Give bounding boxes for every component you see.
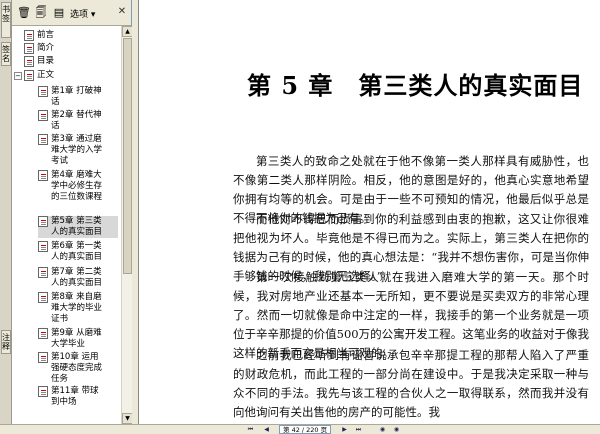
bookmark-label: 第3章 通过磨难大学的入学考试 xyxy=(51,134,103,166)
bookmark-page-icon xyxy=(38,292,48,303)
bookmark-label: 第4章 磨难大学中必修生存的三位数课程 xyxy=(51,170,103,202)
bookmark-page-icon xyxy=(24,30,34,41)
previous-page-icon[interactable]: ◀ xyxy=(262,426,271,434)
tab-annotations[interactable]: 注释 xyxy=(1,330,11,354)
bookmark-item[interactable]: 第6章 第一类人的真实面目 xyxy=(38,241,107,263)
bookmarks-panel: 🗑 🗐 ▤ 选项 ▾ ✕ 前言 简介 目录 − 正文 第1章 打破神话 第2章 替… xyxy=(12,0,133,424)
bookmark-page-icon xyxy=(24,56,34,67)
tab-bookmarks[interactable]: 书签 xyxy=(1,2,11,38)
bookmark-page-icon xyxy=(38,386,48,397)
bookmark-label: 第11章 带球到中场 xyxy=(51,386,99,407)
bookmark-item[interactable]: 第9章 从磨难大学毕业 xyxy=(38,328,107,350)
tab-bookmarks-label: 书签 xyxy=(2,5,10,23)
tab-signatures-label: 签名 xyxy=(2,45,10,63)
horizontal-scrollbar[interactable] xyxy=(138,425,238,434)
bookmark-label: 第10章 运用强硬态度完成任务 xyxy=(51,352,103,384)
new-bookmark-icon[interactable]: 🗐 xyxy=(34,6,48,20)
tab-signatures[interactable]: 签名 xyxy=(1,42,11,66)
bookmark-page-icon xyxy=(24,70,34,81)
expand-bookmark-icon[interactable]: ▤ xyxy=(52,6,66,20)
bookmark-label: 第9章 从磨难大学毕业 xyxy=(51,328,102,349)
bookmark-item-selected[interactable]: 第5章 第三类人的真实面目 xyxy=(38,216,118,238)
bookmark-item[interactable]: 第1章 打破神话 xyxy=(38,86,107,108)
body-paragraph: 之前我已经听到有谣言说承包辛辛那提工程的那帮人陷入了严重的财政危机，而此工程的一… xyxy=(233,348,589,419)
options-menu-button[interactable]: 选项 ▾ xyxy=(70,7,95,20)
bookmark-item[interactable]: 第8章 来自磨难大学的毕业证书 xyxy=(38,292,107,325)
forward-icon[interactable]: ◉ xyxy=(392,426,401,434)
collapse-icon[interactable]: − xyxy=(14,72,22,80)
bookmarks-toolbar: 🗑 🗐 ▤ 选项 ▾ ✕ xyxy=(12,0,131,26)
bookmark-item[interactable]: 第11章 带球到中场 xyxy=(38,386,107,408)
bookmark-label: 第8章 来自磨难大学的毕业证书 xyxy=(51,292,103,324)
bookmark-label: 目录 xyxy=(37,56,55,66)
close-icon[interactable]: ✕ xyxy=(116,6,128,18)
bookmark-page-icon xyxy=(38,170,48,181)
last-page-icon[interactable]: ⏭ xyxy=(354,426,363,434)
chapter-title: 第 5 章 第三类人的真实面目 xyxy=(247,71,584,100)
bookmarks-scrollbar[interactable]: ▲ ▼ xyxy=(121,26,133,424)
bookmark-page-icon xyxy=(24,43,34,54)
bookmark-page-icon xyxy=(38,241,48,252)
delete-bookmark-icon[interactable]: 🗑 xyxy=(16,6,31,20)
back-icon[interactable]: ◉ xyxy=(378,426,387,434)
options-label: 选项 xyxy=(70,10,89,20)
bookmark-label: 第2章 替代神话 xyxy=(51,110,102,131)
next-page-icon[interactable]: ▶ xyxy=(340,426,349,434)
bookmark-page-icon xyxy=(38,267,48,278)
bookmark-tree: 前言 简介 目录 − 正文 第1章 打破神话 第2章 替代神话 第3章 通过磨难大… xyxy=(12,26,121,424)
chevron-down-icon: ▾ xyxy=(90,10,96,20)
bookmark-label: 第1章 打破神话 xyxy=(51,86,102,107)
bookmark-item[interactable]: 第4章 磨难大学中必修生存的三位数课程 xyxy=(38,170,107,203)
bookmark-label: 第6章 第一类人的真实面目 xyxy=(51,241,103,262)
bookmark-page-icon xyxy=(38,328,48,339)
bookmark-item[interactable]: 简介 xyxy=(24,43,54,54)
first-page-icon[interactable]: ⏮ xyxy=(246,426,255,434)
scrollbar-thumb[interactable] xyxy=(123,38,132,274)
status-bar: ⏮ ◀ 第 42 / 220 页 ▶ ⏭ ◉ ◉ xyxy=(0,424,600,434)
bookmark-label: 正文 xyxy=(37,70,55,80)
bookmark-label: 第5章 第三类人的真实面目 xyxy=(51,216,103,237)
bookmark-page-icon xyxy=(38,86,48,97)
bookmark-page-icon xyxy=(38,134,48,145)
bookmark-item[interactable]: 第10章 运用强硬态度完成任务 xyxy=(38,352,107,385)
bookmark-item[interactable]: 目录 xyxy=(24,56,54,67)
navigation-tabs: 书签 签名 注释 xyxy=(0,0,12,434)
bookmark-item[interactable]: 前言 xyxy=(24,30,54,41)
bookmark-page-icon xyxy=(38,216,48,227)
page-number-field[interactable]: 第 42 / 220 页 xyxy=(279,425,332,434)
bookmark-label: 简介 xyxy=(37,43,55,53)
bookmark-label: 前言 xyxy=(37,30,55,40)
bookmark-page-icon xyxy=(38,110,48,121)
tab-annotations-label: 注释 xyxy=(2,333,10,351)
document-page: 第 5 章 第三类人的真实面目 第三类人的致命之处就在于他不像第一类人那样具有威… xyxy=(138,0,600,424)
bookmark-item[interactable]: − 正文 xyxy=(14,70,54,81)
bookmark-label: 第7章 第二类人的真实面目 xyxy=(51,267,103,288)
bookmark-item[interactable]: 第2章 替代神话 xyxy=(38,110,107,132)
bookmark-page-icon xyxy=(38,352,48,363)
bookmark-item[interactable]: 第7章 第二类人的真实面目 xyxy=(38,267,107,289)
bookmark-item[interactable]: 第3章 通过磨难大学的入学考试 xyxy=(38,134,107,167)
